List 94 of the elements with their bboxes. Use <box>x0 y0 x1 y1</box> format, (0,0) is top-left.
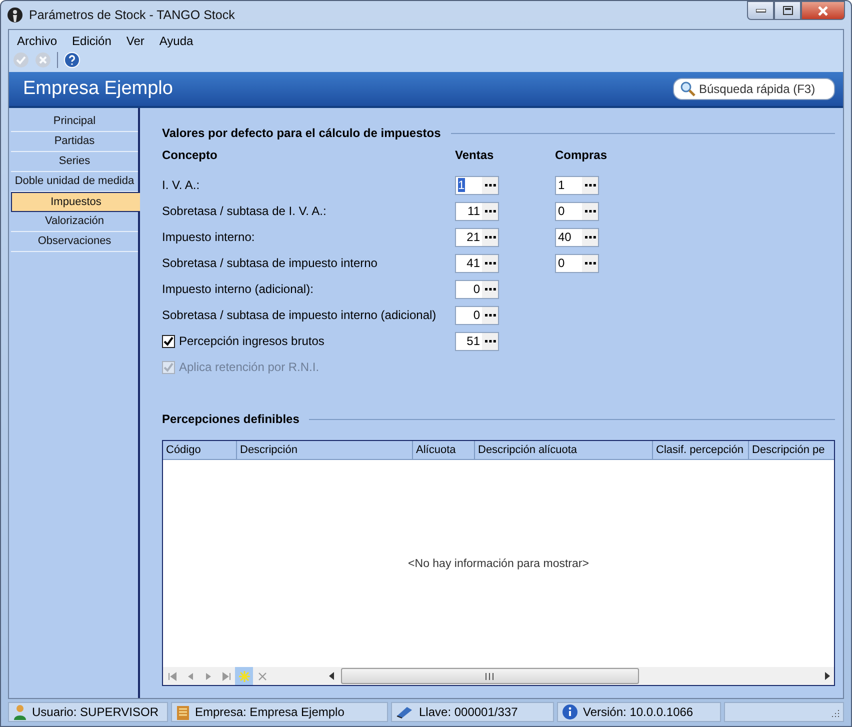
ellipsis-icon <box>484 340 496 342</box>
sidebar-item[interactable]: Observaciones <box>11 232 138 252</box>
column-header[interactable]: Descripción alícuota <box>475 441 653 459</box>
field-label: Sobretasa / subtasa de I. V. A.: <box>162 204 328 218</box>
menu-item[interactable]: Ver <box>126 34 144 48</box>
code-field[interactable]: 0 <box>555 254 599 272</box>
lookup-button[interactable] <box>482 332 498 350</box>
maximize-icon <box>782 6 792 15</box>
ellipsis-icon <box>484 184 496 186</box>
minimize-icon <box>756 8 766 12</box>
code-field[interactable]: 11 <box>455 202 499 220</box>
next-icon <box>204 672 212 680</box>
code-field[interactable]: 40 <box>555 228 599 246</box>
ellipsis-icon <box>584 210 596 212</box>
search-field[interactable]: Búsqueda rápida (F3) <box>673 78 835 100</box>
section-title: Percepciones definibles <box>162 412 300 426</box>
column-heading: Concepto <box>162 147 218 162</box>
company-title: Empresa Ejemplo <box>23 78 173 100</box>
lookup-button[interactable] <box>482 202 498 220</box>
close-button[interactable] <box>801 1 845 20</box>
first-icon <box>168 672 176 680</box>
field-label: I. V. A.: <box>162 178 201 192</box>
window-title: Parámetros de Stock - TANGO Stock <box>29 8 235 22</box>
ellipsis-icon <box>484 288 496 290</box>
sidebar-item[interactable]: Partidas <box>11 132 138 152</box>
menu-item[interactable]: Ayuda <box>159 34 194 48</box>
help-icon[interactable] <box>64 52 80 68</box>
resize-grip-icon[interactable] <box>829 709 839 719</box>
lookup-button[interactable] <box>582 254 598 272</box>
lookup-button[interactable] <box>582 176 598 194</box>
status-text: Usuario: SUPERVISOR <box>32 705 158 719</box>
lookup-button[interactable] <box>582 228 598 246</box>
ellipsis-icon <box>484 210 496 212</box>
status-text: Empresa: Empresa Ejemplo <box>195 705 344 719</box>
sparkle-icon <box>238 670 250 682</box>
ellipsis-icon <box>484 236 496 238</box>
last-icon <box>222 672 230 680</box>
empty-message: <No hay información para mostrar> <box>408 558 589 570</box>
scroll-left-icon[interactable] <box>329 672 335 680</box>
code-field[interactable]: 1 <box>555 176 599 194</box>
ellipsis-icon <box>484 262 496 264</box>
sidebar-item[interactable]: Impuestos <box>11 192 140 212</box>
info-icon <box>562 704 578 720</box>
column-heading: Ventas <box>455 147 495 162</box>
search-icon <box>680 81 696 97</box>
column-heading: Compras <box>555 147 608 162</box>
column-header[interactable]: Descripción pe <box>749 441 834 459</box>
code-field[interactable]: 0 <box>555 202 599 220</box>
checkmark-icon <box>163 336 174 346</box>
code-field[interactable]: 0 <box>455 280 499 298</box>
column-header[interactable]: Código <box>163 441 237 459</box>
lookup-button[interactable] <box>482 280 498 298</box>
app-logo-icon <box>7 7 23 23</box>
ellipsis-icon <box>484 314 496 316</box>
column-header[interactable]: Descripción <box>237 441 413 459</box>
column-header[interactable]: Clasif. percepción <box>653 441 749 459</box>
sidebar-item[interactable]: Valorización <box>11 212 138 232</box>
section-title: Valores por defecto para el cálculo de impuestos <box>162 126 441 140</box>
sidebar-item[interactable]: Principal <box>11 112 138 132</box>
code-field[interactable]: 21 <box>455 228 499 246</box>
status-text: Llave: 000001/337 <box>419 705 518 719</box>
lookup-button[interactable] <box>482 254 498 272</box>
menu-item[interactable]: Edición <box>72 34 112 48</box>
ellipsis-icon <box>584 262 596 264</box>
field-label: Sobretasa / subtasa de impuesto interno <box>162 256 378 270</box>
ellipsis-icon <box>584 184 596 186</box>
code-field[interactable]: 51 <box>455 332 499 350</box>
field-label: Sobretasa / subtasa de impuesto interno (adicional) <box>162 308 438 322</box>
code-field[interactable]: 1 <box>455 176 499 194</box>
minimize-button[interactable] <box>747 1 774 20</box>
delete-icon <box>258 672 266 680</box>
ellipsis-icon <box>584 236 596 238</box>
lookup-button[interactable] <box>482 176 498 194</box>
usb-key-icon <box>396 705 414 719</box>
user-icon <box>13 704 27 720</box>
column-header[interactable]: Alícuota <box>413 441 475 459</box>
grip-icon <box>485 672 494 680</box>
lookup-button[interactable] <box>582 202 598 220</box>
maximize-button[interactable] <box>774 1 801 20</box>
sidebar-item[interactable]: Series <box>11 152 138 172</box>
previous-icon <box>186 672 194 680</box>
menu-item[interactable]: Archivo <box>17 34 58 48</box>
code-field[interactable]: 0 <box>455 306 499 324</box>
checkbox[interactable]: Percepción ingresos brutos <box>162 334 455 348</box>
code-field[interactable]: 41 <box>455 254 499 272</box>
status-text: Versión: 10.0.0.1066 <box>583 705 694 719</box>
field-label: Impuesto interno: <box>162 230 256 244</box>
lookup-button[interactable] <box>482 306 498 324</box>
scroll-right-icon[interactable] <box>824 672 830 680</box>
close-icon <box>817 6 829 16</box>
field-label: Impuesto interno (adicional): <box>162 282 314 296</box>
building-icon <box>176 704 190 720</box>
lookup-button[interactable] <box>482 228 498 246</box>
checkmark-icon <box>163 362 174 372</box>
